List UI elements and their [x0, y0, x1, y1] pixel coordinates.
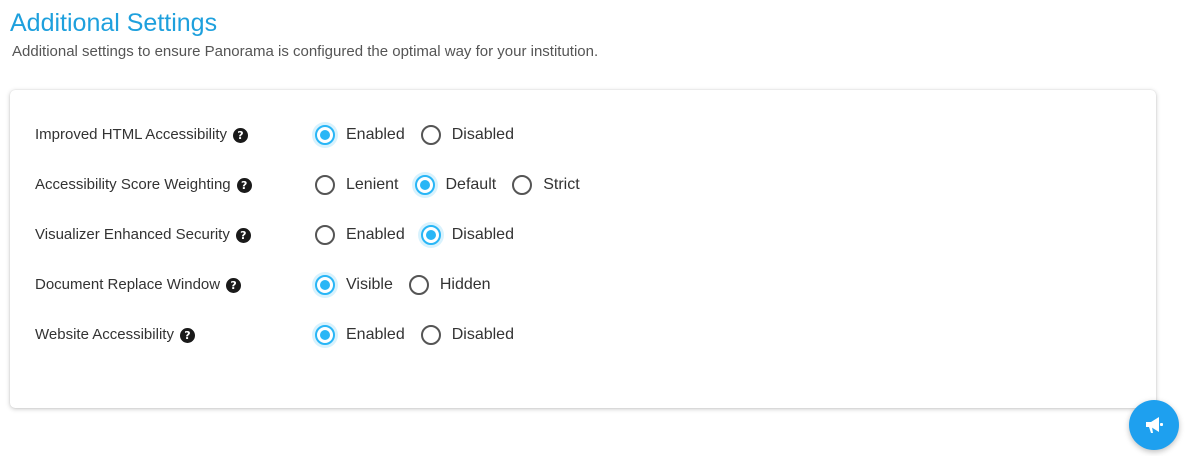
radio-label: Disabled	[451, 326, 514, 343]
radio-label: Hidden	[439, 276, 491, 293]
radio-button[interactable]	[315, 275, 335, 295]
setting-row-website-accessibility: Website Accessibility ? Enabled Disabled	[10, 323, 1156, 347]
radio-button[interactable]	[315, 175, 335, 195]
radio-option-lenient[interactable]: Lenient	[315, 173, 399, 197]
radio-group: Enabled Disabled	[315, 123, 530, 147]
radio-label: Disabled	[451, 226, 514, 243]
radio-button[interactable]	[512, 175, 533, 195]
radio-label: Enabled	[346, 226, 405, 243]
radio-label: Disabled	[451, 126, 514, 143]
radio-option-disabled[interactable]: Disabled	[420, 323, 514, 347]
radio-label: Enabled	[346, 126, 405, 143]
radio-option-disabled[interactable]: Disabled	[420, 223, 514, 247]
radio-button[interactable]	[420, 325, 441, 345]
setting-row-improved-html-accessibility: Improved HTML Accessibility ? Enabled Di…	[10, 123, 1156, 147]
question-circle-icon[interactable]: ?	[226, 277, 242, 293]
question-circle-icon[interactable]: ?	[233, 127, 248, 143]
radio-option-enabled[interactable]: Enabled	[315, 323, 405, 347]
radio-button[interactable]	[420, 225, 441, 245]
radio-group: Enabled Disabled	[315, 223, 530, 247]
additional-settings-page: Additional Settings Additional settings …	[0, 0, 1186, 456]
page-subtitle: Additional settings to ensure Panorama i…	[12, 43, 599, 60]
feedback-button[interactable]	[1129, 400, 1179, 450]
setting-label-wrapper: Visualizer Enhanced Security ?	[35, 223, 251, 247]
radio-label: Enabled	[346, 326, 405, 343]
radio-button[interactable]	[414, 175, 435, 195]
page-title: Additional Settings	[10, 9, 218, 37]
setting-label-wrapper: Document Replace Window ?	[35, 273, 242, 297]
radio-option-default[interactable]: Default	[414, 173, 497, 197]
radio-group: Enabled Disabled	[315, 323, 530, 347]
radio-label: Strict	[543, 176, 580, 193]
setting-label: Website Accessibility	[35, 326, 174, 343]
radio-group: Visible Hidden	[315, 273, 507, 297]
radio-option-visible[interactable]: Visible	[315, 273, 393, 297]
setting-label-wrapper: Improved HTML Accessibility ?	[35, 123, 248, 147]
radio-button[interactable]	[315, 325, 335, 345]
settings-card: Improved HTML Accessibility ? Enabled Di…	[10, 90, 1156, 408]
setting-label-wrapper: Website Accessibility ?	[35, 323, 195, 347]
setting-label: Accessibility Score Weighting	[35, 176, 231, 193]
radio-button[interactable]	[420, 125, 441, 145]
radio-label: Default	[445, 176, 497, 193]
question-circle-icon[interactable]: ?	[179, 327, 195, 343]
question-circle-icon[interactable]: ?	[236, 177, 252, 193]
radio-label: Visible	[346, 276, 393, 293]
megaphone-icon	[1146, 417, 1163, 433]
setting-row-document-replace-window: Document Replace Window ? Visible Hidden	[10, 273, 1156, 297]
setting-row-accessibility-score-weighting: Accessibility Score Weighting ? Lenient …	[10, 173, 1156, 197]
radio-button[interactable]	[315, 225, 335, 245]
setting-label: Visualizer Enhanced Security	[35, 226, 230, 243]
setting-label: Improved HTML Accessibility	[35, 126, 227, 143]
radio-option-disabled[interactable]: Disabled	[420, 123, 514, 147]
setting-label: Document Replace Window	[35, 276, 221, 293]
radio-button[interactable]	[408, 275, 429, 295]
radio-group: Lenient Default Strict	[315, 173, 596, 197]
radio-option-strict[interactable]: Strict	[512, 173, 580, 197]
radio-label: Lenient	[346, 176, 399, 193]
setting-label-wrapper: Accessibility Score Weighting ?	[35, 173, 252, 197]
radio-option-hidden[interactable]: Hidden	[408, 273, 491, 297]
radio-option-enabled[interactable]: Enabled	[315, 223, 405, 247]
question-circle-icon[interactable]: ?	[235, 227, 251, 243]
setting-row-visualizer-enhanced-security: Visualizer Enhanced Security ? Enabled D…	[10, 223, 1156, 247]
radio-button[interactable]	[315, 125, 335, 145]
radio-option-enabled[interactable]: Enabled	[315, 123, 405, 147]
